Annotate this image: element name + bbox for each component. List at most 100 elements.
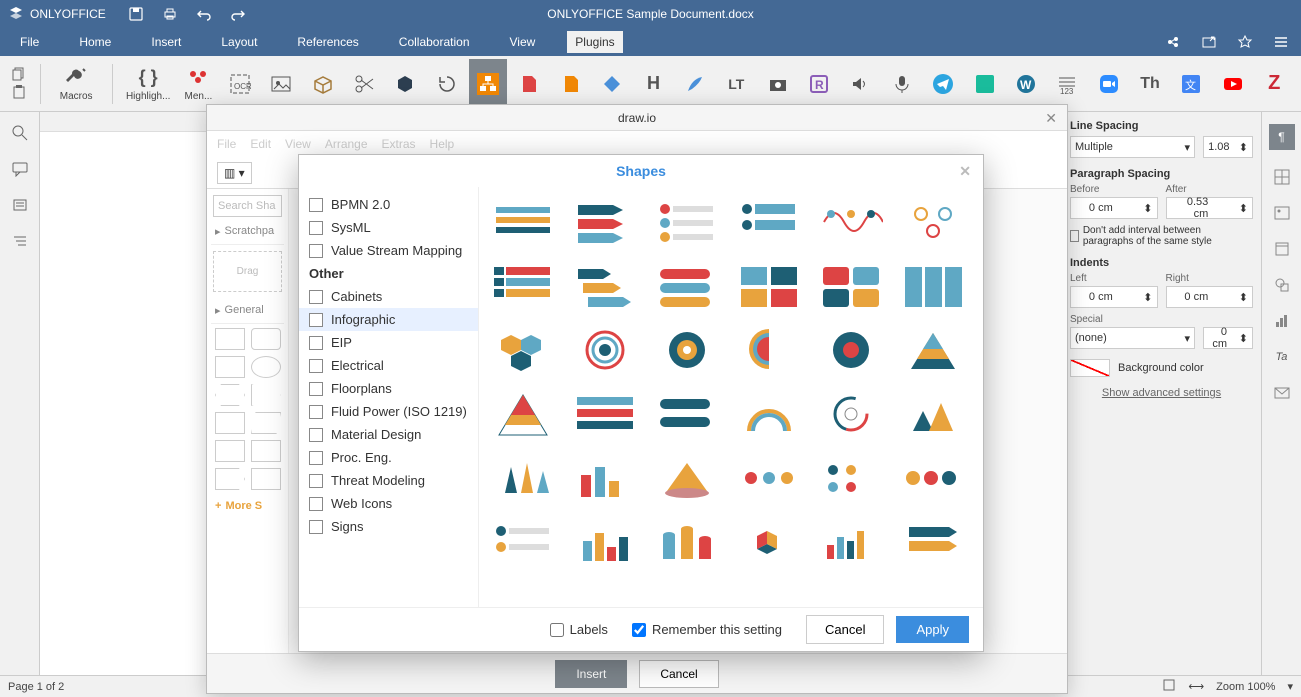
- cat-sysml[interactable]: SysML: [299, 216, 478, 239]
- menu-home[interactable]: Home: [71, 31, 119, 53]
- menu-view[interactable]: View: [502, 31, 544, 53]
- indent-left-input[interactable]: 0 cm⬍: [1070, 286, 1158, 308]
- drawio-insert-button[interactable]: Insert: [555, 660, 627, 688]
- shape-cyl[interactable]: [215, 412, 245, 434]
- fit-page-icon[interactable]: [1162, 678, 1176, 695]
- thumb-donut1[interactable]: [653, 325, 721, 375]
- thumb-wave[interactable]: [817, 197, 885, 247]
- cat-vsm[interactable]: Value Stream Mapping: [299, 239, 478, 262]
- share-icon[interactable]: [1165, 34, 1181, 50]
- thumb-list2[interactable]: [735, 197, 803, 247]
- plugin-speaker[interactable]: [842, 59, 879, 109]
- plugin-doc[interactable]: [511, 59, 548, 109]
- plugin-mic[interactable]: [883, 59, 920, 109]
- line-spacing-value-input[interactable]: 1.08⬍: [1203, 136, 1253, 158]
- cat-threat[interactable]: Threat Modeling: [299, 469, 478, 492]
- thumb-dots1[interactable]: [735, 453, 803, 503]
- thumb-bars1[interactable]: [489, 197, 557, 247]
- shape-doc[interactable]: [215, 440, 245, 462]
- shape-para[interactable]: [251, 412, 281, 434]
- thumb-donut2[interactable]: [817, 325, 885, 375]
- shape-d1[interactable]: [215, 468, 245, 490]
- cat-bpmn[interactable]: BPMN 2.0: [299, 193, 478, 216]
- table-icon[interactable]: [1273, 168, 1291, 186]
- cat-cabinets[interactable]: Cabinets: [299, 285, 478, 308]
- hamburger-icon[interactable]: [1273, 34, 1289, 50]
- thumb-arc1[interactable]: [735, 389, 803, 439]
- thumb-pill-arrows[interactable]: [653, 389, 721, 439]
- labels-checkbox[interactable]: Labels: [550, 622, 608, 637]
- headings-icon[interactable]: [11, 196, 29, 214]
- thumb-3dbar2[interactable]: [571, 517, 639, 567]
- drawio-menu-file[interactable]: File: [217, 137, 236, 151]
- thumb-cones[interactable]: [489, 453, 557, 503]
- remember-checkbox[interactable]: Remember this setting: [632, 622, 782, 637]
- more-shapes-button[interactable]: +More S: [211, 494, 284, 518]
- menu-insert[interactable]: Insert: [143, 31, 189, 53]
- image-icon[interactable]: [1273, 204, 1291, 222]
- plugin-wordpress[interactable]: W: [1007, 59, 1044, 109]
- menu-plugins[interactable]: Plugins: [567, 31, 622, 53]
- thumb-cards2[interactable]: [817, 261, 885, 311]
- thumb-ribbons[interactable]: [899, 517, 967, 567]
- chart-icon[interactable]: [1273, 312, 1291, 330]
- cat-proceng[interactable]: Proc. Eng.: [299, 446, 478, 469]
- menu-references[interactable]: References: [289, 31, 366, 53]
- plugin-translator[interactable]: [345, 59, 382, 109]
- line-spacing-mode-select[interactable]: Multiple▾: [1070, 136, 1195, 158]
- plugin-doc2[interactable]: [552, 59, 589, 109]
- shape-tri[interactable]: [251, 384, 281, 406]
- thumb-cards1[interactable]: [735, 261, 803, 311]
- thumb-pyramid2[interactable]: [489, 389, 557, 439]
- shape-roundrect[interactable]: [251, 328, 281, 350]
- redo-icon[interactable]: [230, 6, 246, 22]
- thumb-3dbar1[interactable]: [571, 453, 639, 503]
- menu-file[interactable]: File: [12, 31, 47, 53]
- plugin-teal[interactable]: [966, 59, 1003, 109]
- plugin-refresh[interactable]: [428, 59, 465, 109]
- thumb-pills[interactable]: [653, 261, 721, 311]
- thumb-numbered[interactable]: [489, 261, 557, 311]
- plugin-zoom[interactable]: [1090, 59, 1127, 109]
- shape-rect2[interactable]: [215, 356, 245, 378]
- scratchpad-dropzone[interactable]: Drag: [213, 251, 282, 292]
- plugin-youtube[interactable]: [1214, 59, 1251, 109]
- plugin-telegram[interactable]: [924, 59, 961, 109]
- search-icon[interactable]: [11, 124, 29, 142]
- cat-infographic[interactable]: Infographic: [299, 308, 478, 331]
- cat-webicons[interactable]: Web Icons: [299, 492, 478, 515]
- before-input[interactable]: 0 cm⬍: [1070, 197, 1158, 219]
- thumb-semicircles[interactable]: [735, 325, 803, 375]
- open-location-icon[interactable]: [1201, 34, 1217, 50]
- textart-icon[interactable]: Ta: [1273, 348, 1291, 366]
- plugin-hexagon[interactable]: [387, 59, 424, 109]
- shapes-cancel-button[interactable]: Cancel: [806, 615, 884, 644]
- drawio-menu-extras[interactable]: Extras: [382, 137, 416, 151]
- cat-signs[interactable]: Signs: [299, 515, 478, 538]
- plugin-macros[interactable]: Macros: [49, 59, 104, 109]
- thumb-circles1[interactable]: [571, 325, 639, 375]
- thumb-mountains[interactable]: [899, 389, 967, 439]
- plugin-camera[interactable]: [759, 59, 796, 109]
- special-input[interactable]: 0 cm⬍: [1203, 327, 1253, 349]
- special-select[interactable]: (none)▾: [1070, 327, 1195, 349]
- cat-floorplans[interactable]: Floorplans: [299, 377, 478, 400]
- menu-layout[interactable]: Layout: [213, 31, 265, 53]
- mail-icon[interactable]: [1273, 384, 1291, 402]
- drawio-menu-help[interactable]: Help: [430, 137, 455, 151]
- thumb-dots3[interactable]: [899, 453, 967, 503]
- plugin-r[interactable]: R: [800, 59, 837, 109]
- copy-icon[interactable]: [12, 67, 28, 83]
- thumb-hexcluster[interactable]: [489, 325, 557, 375]
- no-interval-check[interactable]: Don't add interval between paragraphs of…: [1070, 225, 1253, 247]
- shape-d2[interactable]: [251, 468, 281, 490]
- thumb-pyramid3d[interactable]: [653, 453, 721, 503]
- plugin-drawio[interactable]: [469, 59, 506, 109]
- favorite-icon[interactable]: [1237, 34, 1253, 50]
- thumb-iso[interactable]: [735, 517, 803, 567]
- thumb-arrows1[interactable]: [571, 197, 639, 247]
- comments-icon[interactable]: [11, 160, 29, 178]
- shape-rect[interactable]: [215, 328, 245, 350]
- plugin-gtranslate[interactable]: 文: [1173, 59, 1210, 109]
- plugin-blue-diamond[interactable]: [593, 59, 630, 109]
